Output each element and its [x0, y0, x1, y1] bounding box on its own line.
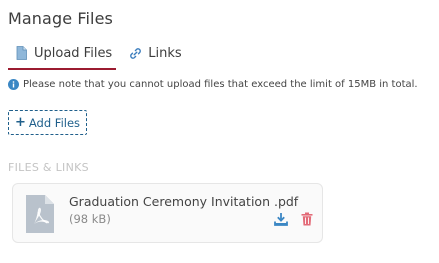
tab-links-label: Links [148, 45, 182, 61]
tab-links[interactable]: Links [122, 38, 187, 68]
file-size: (98 kB) [69, 212, 111, 226]
trash-icon[interactable] [300, 211, 314, 226]
add-files-button[interactable]: + Add Files [8, 110, 87, 135]
tab-upload-files[interactable]: Upload Files [8, 38, 117, 70]
link-icon [128, 46, 142, 60]
tab-bar: Upload Files Links [8, 38, 188, 72]
manage-files-page: Manage Files Upload Files Links Please n… [0, 0, 439, 263]
tab-upload-files-label: Upload Files [34, 45, 113, 61]
pdf-file-icon [24, 194, 56, 234]
upload-limit-notice: Please note that you cannot upload files… [8, 79, 418, 90]
plus-icon: + [14, 115, 26, 130]
file-name[interactable]: Graduation Ceremony Invitation .pdf [69, 194, 298, 209]
files-links-heading: FILES & LINKS [8, 161, 89, 174]
info-icon [8, 79, 19, 90]
file-icon [14, 46, 28, 60]
page-title: Manage Files [8, 9, 113, 28]
notice-text: Please note that you cannot upload files… [23, 79, 418, 90]
add-files-label: Add Files [28, 115, 81, 130]
file-item: Graduation Ceremony Invitation .pdf (98 … [12, 183, 323, 243]
download-icon[interactable] [274, 211, 288, 226]
